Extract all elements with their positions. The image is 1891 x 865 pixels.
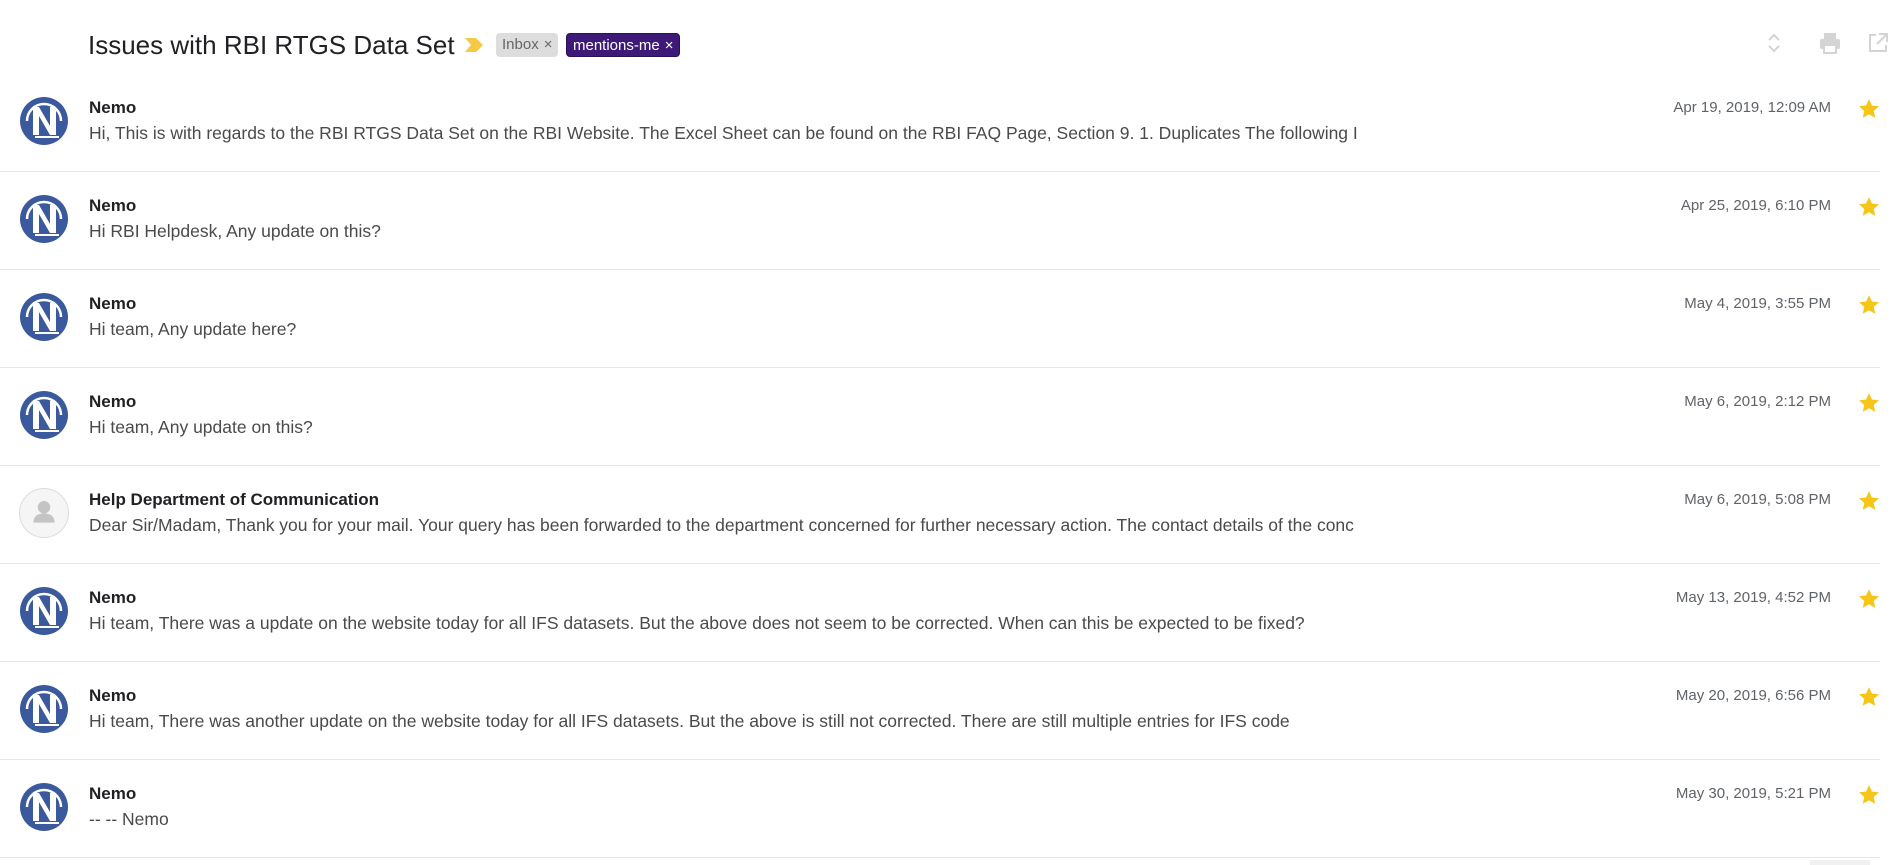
remove-label-inbox-icon[interactable]: × (544, 36, 553, 53)
message-row[interactable]: Nemo Hi, This is with regards to the RBI … (0, 74, 1880, 172)
message-snippet: Hi, This is with regards to the RBI RTGS… (89, 123, 1358, 143)
message-date: May 30, 2019, 5:21 PM (1675, 785, 1831, 802)
scroll-edge (1810, 860, 1870, 865)
nemo-logo-avatar-icon (19, 586, 69, 636)
message-snippet: Hi RBI Helpdesk, Any update on this? (89, 221, 381, 241)
message-row[interactable]: Nemo Hi team, There was a update on the w… (0, 564, 1880, 662)
message-row[interactable]: Nemo Hi RBI Helpdesk, Any update on this?… (0, 172, 1880, 270)
nemo-logo-avatar-icon (19, 782, 69, 832)
message-snippet: Hi team, There was a update on the websi… (89, 613, 1305, 633)
message-row[interactable]: Help Department of Communication Dear Sir… (0, 466, 1880, 564)
thread-subject: Issues with RBI RTGS Data Set (88, 30, 455, 60)
importance-marker-icon[interactable] (464, 37, 484, 53)
thread-actions (1751, 30, 1891, 56)
message-row[interactable]: Nemo Hi team, Any update on this? May 6, 2… (0, 368, 1880, 466)
star-icon[interactable] (1858, 686, 1880, 708)
message-snippet: Hi team, Any update on this? (89, 417, 313, 437)
nemo-logo-avatar-icon (19, 390, 69, 440)
star-icon[interactable] (1858, 196, 1880, 218)
message-sender: Nemo (89, 98, 137, 117)
print-icon[interactable] (1817, 30, 1843, 56)
generic-person-avatar-icon (19, 488, 69, 538)
nemo-logo-avatar-icon (19, 684, 69, 734)
open-in-new-window-icon[interactable] (1865, 30, 1891, 56)
message-sender: Nemo (89, 784, 137, 803)
thread-header: Issues with RBI RTGS Data Set Inbox × men… (0, 0, 1891, 74)
message-date: Apr 25, 2019, 6:10 PM (1680, 197, 1831, 214)
message-date: May 13, 2019, 4:52 PM (1675, 589, 1831, 606)
message-date: Apr 19, 2019, 12:09 AM (1673, 99, 1831, 116)
message-snippet: -- -- Nemo (89, 809, 169, 829)
message-sender: Nemo (89, 294, 137, 313)
message-sender: Nemo (89, 588, 137, 607)
message-sender: Nemo (89, 392, 137, 411)
message-date: May 6, 2019, 2:12 PM (1684, 393, 1831, 410)
star-icon[interactable] (1858, 294, 1880, 316)
message-list: Nemo Hi, This is with regards to the RBI … (0, 74, 1880, 858)
label-chip-inbox: Inbox × (496, 33, 559, 57)
thread-view: Issues with RBI RTGS Data Set Inbox × men… (0, 0, 1891, 865)
star-icon[interactable] (1858, 784, 1880, 806)
message-snippet: Hi team, Any update here? (89, 319, 297, 339)
nemo-logo-avatar-icon (19, 194, 69, 244)
message-snippet: Hi team, There was another update on the… (89, 711, 1290, 731)
message-row[interactable]: Nemo -- -- Nemo May 30, 2019, 5:21 PM (0, 760, 1880, 858)
nemo-logo-avatar-icon (19, 292, 69, 342)
star-icon[interactable] (1858, 490, 1880, 512)
star-icon[interactable] (1858, 98, 1880, 120)
label-chip-inbox-text[interactable]: Inbox (502, 36, 539, 53)
label-chip-mentions-me: mentions-me × (566, 33, 681, 57)
message-sender: Help Department of Communication (89, 490, 379, 509)
star-icon[interactable] (1858, 588, 1880, 610)
message-date: May 4, 2019, 3:55 PM (1684, 295, 1831, 312)
message-row[interactable]: Nemo Hi team, Any update here? May 4, 2019… (0, 270, 1880, 368)
remove-label-mentions-me-icon[interactable]: × (665, 37, 674, 54)
message-row[interactable]: Nemo Hi team, There was another update on… (0, 662, 1880, 760)
message-sender: Nemo (89, 686, 137, 705)
star-icon[interactable] (1858, 392, 1880, 414)
message-date: May 6, 2019, 5:08 PM (1684, 491, 1831, 508)
label-chip-mentions-me-text[interactable]: mentions-me (573, 37, 660, 54)
nemo-logo-avatar-icon (19, 96, 69, 146)
message-sender: Nemo (89, 196, 137, 215)
message-snippet: Dear Sir/Madam, Thank you for your mail.… (89, 515, 1354, 535)
expand-collapse-icon[interactable] (1761, 30, 1787, 56)
message-date: May 20, 2019, 6:56 PM (1675, 687, 1831, 704)
